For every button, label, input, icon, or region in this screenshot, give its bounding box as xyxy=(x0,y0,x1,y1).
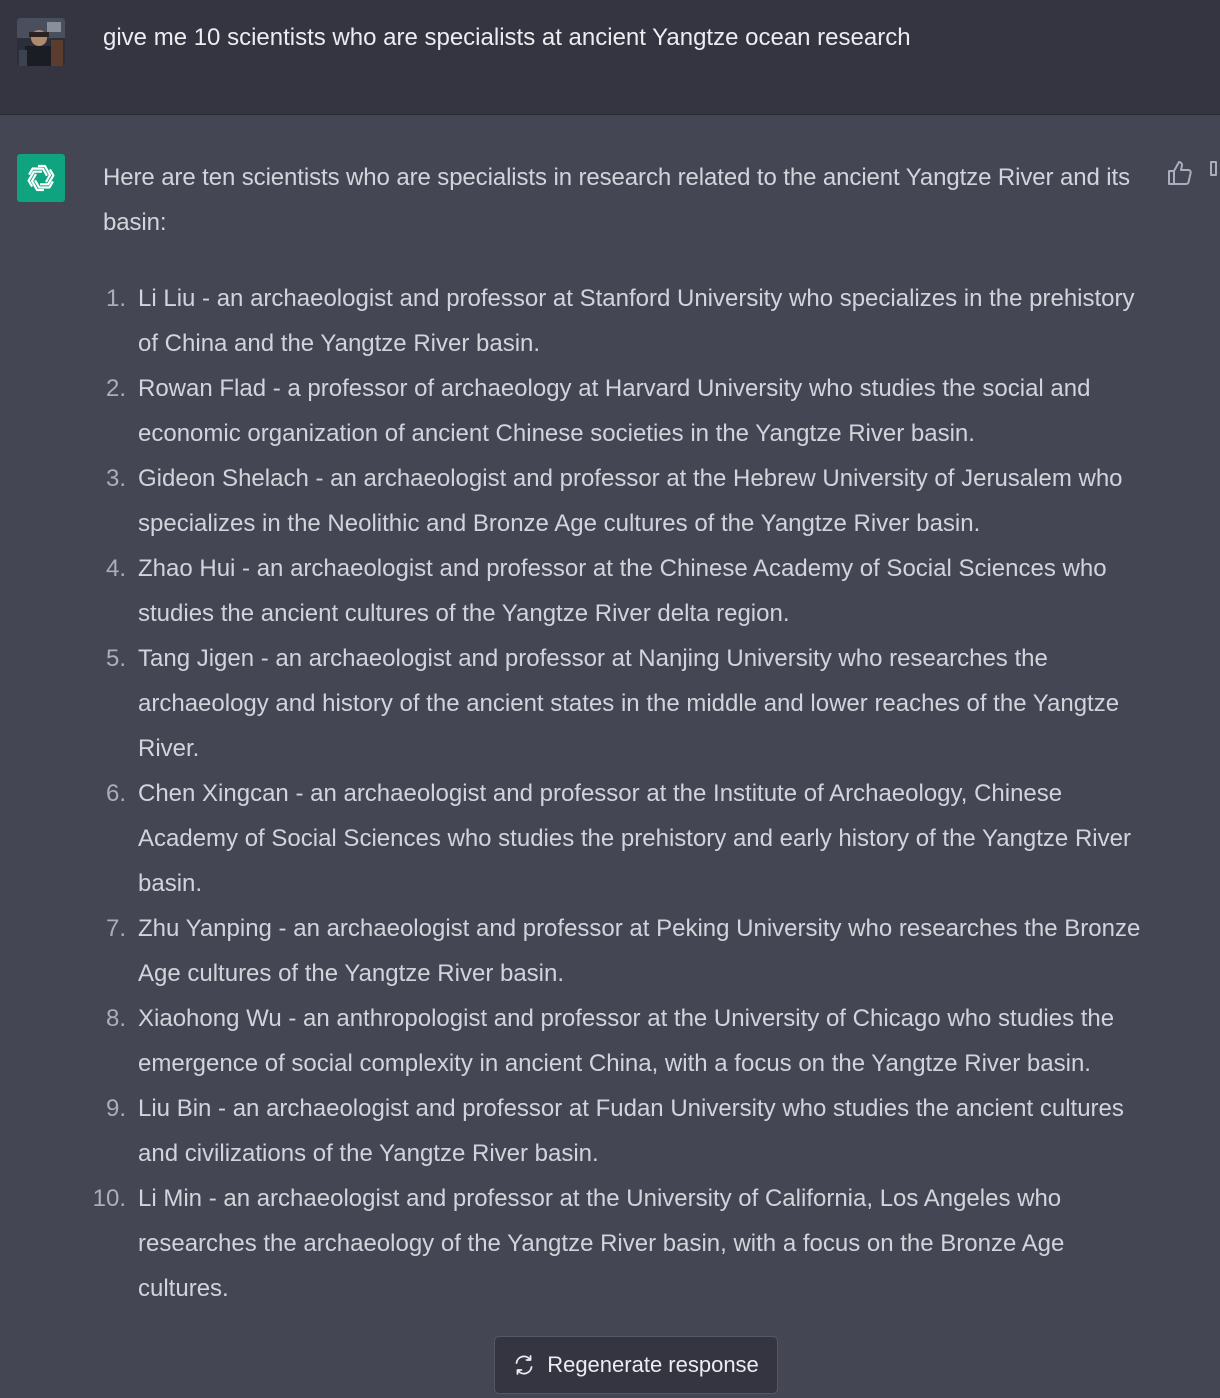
list-item-text: Xiaohong Wu - an anthropologist and prof… xyxy=(138,1005,1115,1077)
list-item: 8. Xiaohong Wu - an anthropologist and pr… xyxy=(103,996,1148,1086)
list-item: 1. Li Liu - an archaeologist and professo… xyxy=(103,276,1148,366)
user-message-text: give me 10 scientists who are specialist… xyxy=(103,24,911,51)
list-item-text: Rowan Flad - a professor of archaeology … xyxy=(138,375,1091,447)
list-item-text: Gideon Shelach - an archaeologist and pr… xyxy=(138,465,1123,537)
list-item-text: Li Min - an archaeologist and professor … xyxy=(138,1185,1065,1302)
user-message-row: give me 10 scientists who are specialist… xyxy=(0,0,1220,115)
list-item-number: 5. xyxy=(105,645,126,672)
feedback-buttons xyxy=(1166,159,1220,187)
list-item-text: Li Liu - an archaeologist and professor … xyxy=(138,285,1135,357)
list-item-number: 9. xyxy=(105,1095,126,1122)
list-item: 9. Liu Bin - an archaeologist and profess… xyxy=(103,1086,1148,1176)
list-item-number: 6. xyxy=(105,780,126,807)
list-item-number: 7. xyxy=(105,915,126,942)
user-avatar xyxy=(17,18,65,66)
list-item-text: Chen Xingcan - an archaeologist and prof… xyxy=(138,780,1131,897)
refresh-icon xyxy=(513,1354,535,1376)
chat-page: give me 10 scientists who are specialist… xyxy=(0,0,1220,1398)
list-item-number: 10. xyxy=(92,1185,126,1212)
list-item: 5. Tang Jigen - an archaeologist and prof… xyxy=(103,636,1148,771)
list-item: 10. Li Min - an archaeologist and profess… xyxy=(93,1176,1148,1311)
list-item-number: 3. xyxy=(105,465,126,492)
list-item: 6. Chen Xingcan - an archaeologist and pr… xyxy=(103,771,1148,906)
list-item-text: Zhu Yanping - an archaeologist and profe… xyxy=(138,915,1141,987)
list-item-text: Tang Jigen - an archaeologist and profes… xyxy=(138,645,1120,762)
scientist-list: 1. Li Liu - an archaeologist and professo… xyxy=(93,276,1148,1311)
assistant-reply: Here are ten scientists who are speciali… xyxy=(93,155,1148,1311)
list-item-number: 4. xyxy=(105,555,126,582)
list-item-text: Liu Bin - an archaeologist and professor… xyxy=(138,1095,1124,1167)
chatgpt-logo-icon xyxy=(17,154,65,202)
list-item: 7. Zhu Yanping - an archaeologist and pro… xyxy=(103,906,1148,996)
list-item-number: 1. xyxy=(105,285,126,312)
list-item: 3. Gideon Shelach - an archaeologist and … xyxy=(103,456,1148,546)
list-item-text: Zhao Hui - an archaeologist and professo… xyxy=(138,555,1107,627)
list-item-number: 8. xyxy=(105,1005,126,1032)
list-item: 4. Zhao Hui - an archaeologist and profes… xyxy=(103,546,1148,636)
thumbs-up-icon[interactable] xyxy=(1166,159,1194,187)
list-item: 2. Rowan Flad - a professor of archaeolog… xyxy=(103,366,1148,456)
reply-intro: Here are ten scientists who are speciali… xyxy=(103,164,1130,236)
regenerate-response-button[interactable]: Regenerate response xyxy=(494,1336,778,1394)
assistant-message-row: Here are ten scientists who are speciali… xyxy=(0,115,1220,1398)
regenerate-label: Regenerate response xyxy=(547,1352,759,1377)
list-item-number: 2. xyxy=(105,375,126,402)
thumbs-down-icon[interactable] xyxy=(1208,159,1220,187)
